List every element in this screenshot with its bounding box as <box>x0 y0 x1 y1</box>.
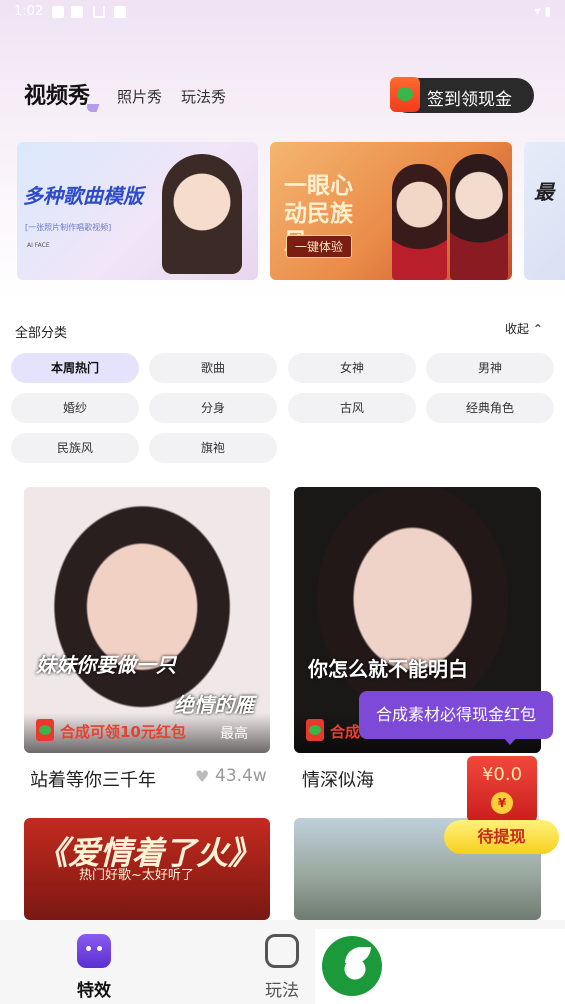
tab-photo-show[interactable]: 照片秀 <box>117 86 162 107</box>
chip-qipao[interactable]: 旗袍 <box>149 433 277 463</box>
red-packet-icon <box>36 719 54 741</box>
effects-icon <box>77 934 111 968</box>
banner-portrait <box>162 154 242 274</box>
checkin-cash-button[interactable]: 签到领现金 <box>390 77 534 113</box>
lyric-line: 妹妹你要做一只 <box>36 653 176 677</box>
status-bar: 1:02 ▾ ▮ <box>0 0 565 24</box>
card-title[interactable]: 情深似海 <box>302 766 374 792</box>
banner-portrait <box>450 154 508 280</box>
tooltip-arrow <box>502 736 518 745</box>
banner-title: 多种歌曲模版 <box>23 184 143 208</box>
cash-wallet-widget[interactable]: ¥0.0 ¥ <box>467 756 537 822</box>
video-card[interactable]: 《爱情着了火》 热门好歌~太好听了 <box>24 818 270 920</box>
card-title[interactable]: 站着等你三千年 <box>30 766 156 792</box>
promo-suffix: 最高 <box>220 726 248 742</box>
chip-ancient-style[interactable]: 古风 <box>288 393 416 423</box>
tab-gameplay-show[interactable]: 玩法秀 <box>181 86 226 107</box>
banner-try-button[interactable]: 一键体验 <box>286 235 353 258</box>
tab-video-show[interactable]: 视频秀 <box>24 78 90 110</box>
collapse-button[interactable]: 收起 ⌃ <box>505 320 543 337</box>
gameplay-icon <box>265 934 299 968</box>
wifi-battery-icon: ▾ ▮ <box>534 4 551 18</box>
banner-title: 最 <box>534 180 554 204</box>
red-packet-icon <box>306 719 324 741</box>
notification-icon <box>52 6 64 18</box>
promo-text: 合成 <box>330 723 361 741</box>
logo-icon <box>322 936 382 996</box>
checkin-label: 签到领现金 <box>427 90 512 110</box>
banner-song-templates[interactable]: 多种歌曲模版 [一张照片制作唱歌视频] AI FACE <box>17 142 258 280</box>
chip-ethnic-style[interactable]: 民族风 <box>11 433 139 463</box>
chip-clone[interactable]: 分身 <box>149 393 277 423</box>
chip-male-god[interactable]: 男神 <box>426 353 554 383</box>
download-icon <box>93 6 105 18</box>
chip-goddess[interactable]: 女神 <box>288 353 416 383</box>
watermark-logo <box>315 929 565 1004</box>
video-card[interactable]: 妹妹你要做一只 绝情的雁 合成可领10元红包 最高 <box>24 487 270 753</box>
heart-icon: ♥ <box>195 767 210 786</box>
nav-effects[interactable]: 特效 <box>34 920 154 1004</box>
banner-subtitle: [一张照片制作唱歌视频] <box>25 223 112 232</box>
chip-songs[interactable]: 歌曲 <box>149 353 277 383</box>
chip-weekly-hot[interactable]: 本周热门 <box>11 353 139 383</box>
banner-portrait <box>392 164 447 280</box>
notification-icon <box>114 6 126 18</box>
like-count: 43.4w <box>215 766 267 786</box>
promo-text: 合成可领10元红包 <box>60 723 186 741</box>
chip-wedding-dress[interactable]: 婚纱 <box>11 393 139 423</box>
banner-ethnic-style[interactable]: 一眼心动民族风 一键体验 <box>270 142 512 280</box>
category-panel-title: 全部分类 <box>15 326 68 341</box>
promo-tooltip[interactable]: 合成素材必得现金红包 <box>359 691 553 739</box>
category-panel: 全部分类 收起 ⌃ 本周热门 歌曲 女神 男神 婚纱 分身 古风 经典角色 民族… <box>0 300 565 487</box>
status-time: 1:02 <box>14 4 44 19</box>
banner-tag: AI FACE <box>27 242 50 249</box>
card-art-subtitle: 热门好歌~太好听了 <box>79 868 194 883</box>
lyric-line: 你怎么就不能明白 <box>308 657 468 681</box>
banner-partial[interactable]: 最 <box>524 142 565 280</box>
coin-icon: ¥ <box>491 792 513 814</box>
nav-label: 特效 <box>77 981 111 1001</box>
chip-classic-roles[interactable]: 经典角色 <box>426 393 554 423</box>
wallet-amount: ¥0.0 <box>481 764 523 785</box>
pending-withdraw-button[interactable]: 待提现 <box>444 820 559 854</box>
red-packet-icon <box>390 77 420 112</box>
notification-icon <box>71 6 83 18</box>
